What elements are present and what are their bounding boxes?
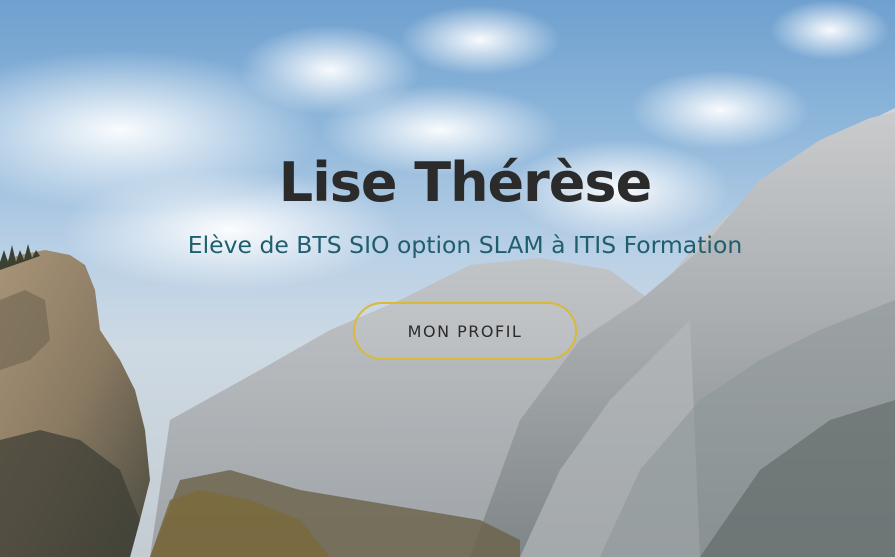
hero-subtitle: Elève de BTS SIO option SLAM à ITIS Form… (187, 231, 743, 259)
mountain-background-image (0, 0, 895, 557)
my-profile-button[interactable]: MON PROFIL (353, 302, 577, 360)
hero-title: Lise Thérèse (278, 151, 652, 214)
hero-section: Lise Thérèse Elève de BTS SIO option SLA… (0, 0, 895, 557)
